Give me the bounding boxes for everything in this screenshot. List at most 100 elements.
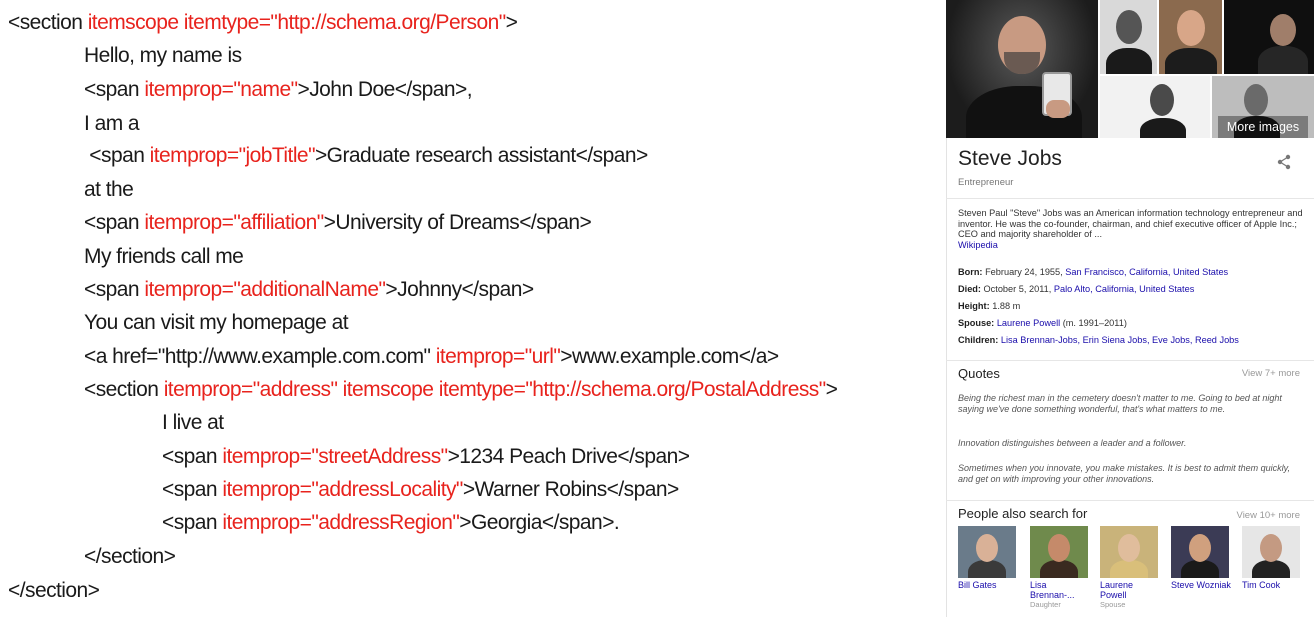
code-text: My friends call me <box>84 245 244 268</box>
person-photo[interactable] <box>958 526 1016 578</box>
wikipedia-link[interactable]: Wikipedia <box>958 240 998 250</box>
thumbnail-photo-4[interactable] <box>1100 76 1210 138</box>
fact-link[interactable]: San Francisco, California, United States <box>1065 267 1228 277</box>
code-text: >www.example.com</a> <box>560 345 779 368</box>
code-text: </section> <box>8 579 100 602</box>
divider <box>946 360 1314 361</box>
person-photo[interactable] <box>1242 526 1300 578</box>
code-text: <span <box>84 78 145 101</box>
divider <box>946 500 1314 501</box>
code-line: <span itemprop="addressRegion">Georgia</… <box>162 510 620 536</box>
code-text: <section <box>84 378 164 401</box>
code-text: > <box>825 378 838 401</box>
fact-label: Children: <box>958 335 999 345</box>
fact-value: (m. 1991–2011) <box>1060 318 1127 328</box>
code-text: I live at <box>162 411 224 434</box>
fact-label: Born: <box>958 267 983 277</box>
fact-row: Children: Lisa Brennan-Jobs, Erin Siena … <box>958 335 1239 345</box>
person-name[interactable]: Lisa Brennan-... <box>1030 580 1090 600</box>
code-text: I am a <box>84 112 140 135</box>
fact-link[interactable]: Laurene Powell <box>997 318 1060 328</box>
person-name[interactable]: Laurene Powell <box>1100 580 1160 600</box>
quote-item: Sometimes when you innovate, you make mi… <box>958 463 1290 484</box>
fact-row: Height: 1.88 m <box>958 301 1020 311</box>
person-card[interactable]: Bill Gates <box>958 526 1018 591</box>
code-text: </section> <box>84 545 176 568</box>
quotes-heading: Quotes <box>958 366 1000 381</box>
divider <box>946 198 1314 199</box>
fact-value: October 5, 2011, <box>983 284 1054 294</box>
code-text: <a href="http://www.example.com.com" <box>84 345 436 368</box>
description-text: Steven Paul "Steve" Jobs was an American… <box>958 208 1303 239</box>
code-text: >Georgia</span>. <box>459 511 620 534</box>
code-line: <span itemprop="additionalName">Johnny</… <box>84 277 534 303</box>
code-text: You can visit my homepage at <box>84 311 349 334</box>
entity-description: Steven Paul "Steve" Jobs was an American… <box>958 208 1306 250</box>
code-line: <span itemprop="jobTitle">Graduate resea… <box>84 143 648 169</box>
person-card[interactable]: Lisa Brennan-... Daughter <box>1030 526 1090 609</box>
code-attribute: itemprop="affiliation" <box>144 211 324 234</box>
code-attribute: itemprop="addressRegion" <box>222 511 460 534</box>
code-line: I live at <box>162 410 224 436</box>
person-card[interactable]: Tim Cook <box>1242 526 1302 591</box>
code-line: <span itemprop="streetAddress">1234 Peac… <box>162 444 690 470</box>
entity-title: Steve Jobs <box>958 147 1062 170</box>
fact-row: Spouse: Laurene Powell (m. 1991–2011) <box>958 318 1127 328</box>
code-attribute: itemprop="name" <box>144 78 298 101</box>
code-text: <span <box>84 144 150 167</box>
code-line: My friends call me <box>84 244 244 270</box>
person-photo[interactable] <box>1171 526 1229 578</box>
fact-link[interactable]: Palo Alto, California, United States <box>1054 284 1194 294</box>
person-card[interactable]: Laurene Powell Spouse <box>1100 526 1160 609</box>
code-line: <span itemprop="name">John Doe</span>, <box>84 77 473 103</box>
fact-value: 1.88 m <box>992 301 1021 311</box>
code-attribute: itemprop="additionalName" <box>144 278 386 301</box>
person-name[interactable]: Steve Wozniak <box>1171 580 1231 591</box>
person-relation: Spouse <box>1100 600 1126 609</box>
thumbnail-photo-3[interactable] <box>1224 0 1314 74</box>
code-text: >University of Dreams</span> <box>323 211 592 234</box>
person-name[interactable]: Bill Gates <box>958 580 1018 591</box>
code-text: <span <box>84 211 145 234</box>
share-icon[interactable] <box>1274 152 1294 172</box>
person-photo[interactable] <box>1100 526 1158 578</box>
thumbnail-photo-1[interactable] <box>1100 0 1157 74</box>
thumbnail-photo-2[interactable] <box>1159 0 1222 74</box>
code-line: <span itemprop="affiliation">University … <box>84 210 592 236</box>
code-text: <span <box>162 445 223 468</box>
fact-label: Spouse: <box>958 318 995 328</box>
fact-link[interactable]: Lisa Brennan-Jobs, Erin Siena Jobs, Eve … <box>1001 335 1239 345</box>
quote-item: Being the richest man in the cemetery do… <box>958 393 1282 414</box>
quotes-more-link[interactable]: View 7+ more <box>1242 368 1300 379</box>
person-photo[interactable] <box>1030 526 1088 578</box>
more-images-link[interactable]: More images <box>1218 116 1308 138</box>
code-text: at the <box>84 178 134 201</box>
people-heading: People also search for <box>958 506 1088 521</box>
code-line: </section> <box>84 544 176 570</box>
code-line: You can visit my homepage at <box>84 310 349 336</box>
code-line: I am a <box>84 111 140 137</box>
code-attribute: itemprop="addressLocality" <box>222 478 463 501</box>
code-attribute: itemprop="streetAddress" <box>222 445 448 468</box>
fact-value: February 24, 1955, <box>985 267 1066 277</box>
code-text: Hello, my name is <box>84 44 242 67</box>
code-attribute: itemscope itemtype="http://schema.org/Pe… <box>87 11 507 34</box>
code-line: Hello, my name is <box>84 43 242 69</box>
code-text: <section <box>8 11 88 34</box>
people-more-link[interactable]: View 10+ more <box>1237 510 1300 521</box>
code-text: <span <box>84 278 145 301</box>
fact-label: Height: <box>958 301 990 311</box>
code-text: > <box>505 11 518 34</box>
main-photo[interactable] <box>946 0 1098 138</box>
code-line: <a href="http://www.example.com.com" ite… <box>84 344 779 370</box>
person-name[interactable]: Tim Cook <box>1242 580 1302 591</box>
fact-row: Born: February 24, 1955, San Francisco, … <box>958 267 1228 277</box>
code-listing: <section itemscope itemtype="http://sche… <box>0 0 940 617</box>
code-text: <span <box>162 511 223 534</box>
fact-label: Died: <box>958 284 981 294</box>
code-line: <section itemscope itemtype="http://sche… <box>8 10 518 36</box>
person-card[interactable]: Steve Wozniak <box>1171 526 1231 591</box>
code-line: </section> <box>8 578 100 604</box>
code-text: >Warner Robins</span> <box>462 478 679 501</box>
entity-subtitle: Entrepreneur <box>958 177 1014 188</box>
